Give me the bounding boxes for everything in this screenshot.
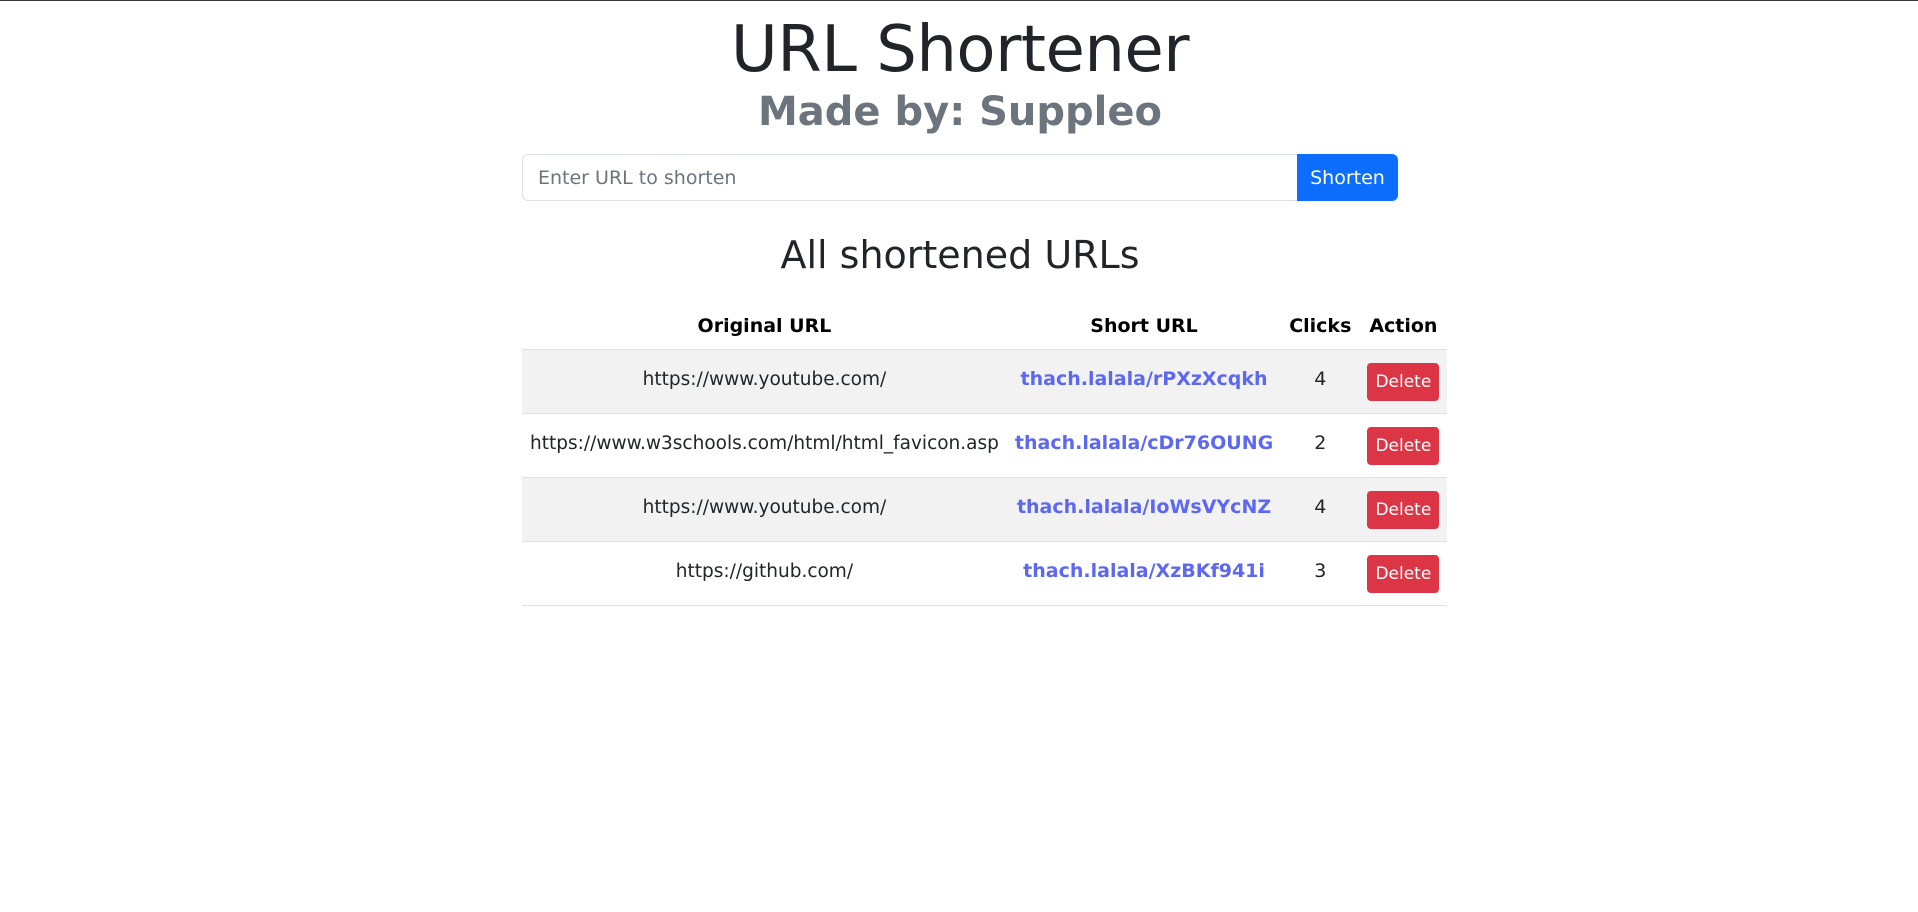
urls-table: Original URL Short URL Clicks Action htt… [522, 303, 1448, 606]
original-url-cell: https://github.com/ [522, 541, 1007, 606]
page-subtitle: Made by: Suppleo [758, 89, 1162, 135]
clicks-cell: 4 [1281, 477, 1360, 542]
short-url-link[interactable]: thach.lalala/rPXzXcqkh [1021, 368, 1268, 390]
action-cell: Delete [1359, 413, 1448, 478]
delete-button[interactable]: Delete [1367, 426, 1440, 465]
delete-button[interactable]: Delete [1367, 362, 1440, 401]
clicks-cell: 3 [1281, 541, 1360, 606]
table-row: https://www.youtube.com/ thach.lalala/rP… [522, 349, 1448, 414]
column-header-original-url: Original URL [522, 303, 1007, 350]
column-header-clicks: Clicks [1281, 303, 1360, 350]
short-url-cell: thach.lalala/rPXzXcqkh [1006, 349, 1282, 414]
column-header-action: Action [1359, 303, 1448, 350]
original-url-cell: https://www.youtube.com/ [522, 349, 1007, 414]
table-row: https://github.com/ thach.lalala/XzBKf94… [522, 541, 1448, 606]
table-header-row: Original URL Short URL Clicks Action [522, 303, 1448, 350]
table-row: https://www.w3schools.com/html/html_favi… [522, 413, 1448, 478]
short-url-cell: thach.lalala/IoWsVYcNZ [1006, 477, 1282, 542]
clicks-cell: 2 [1281, 413, 1360, 478]
short-url-cell: thach.lalala/cDr76OUNG [1006, 413, 1282, 478]
column-header-short-url: Short URL [1006, 303, 1282, 350]
delete-button[interactable]: Delete [1367, 490, 1440, 529]
action-cell: Delete [1359, 541, 1448, 606]
table-row: https://www.youtube.com/ thach.lalala/Io… [522, 477, 1448, 542]
page-container: URL Shortener Made by: Suppleo Shorten A… [522, 1, 1448, 606]
list-title: All shortened URLs [780, 233, 1140, 277]
shorten-form: Shorten [522, 154, 1398, 201]
short-url-link[interactable]: thach.lalala/XzBKf941i [1023, 560, 1265, 582]
short-url-cell: thach.lalala/XzBKf941i [1006, 541, 1282, 606]
action-cell: Delete [1359, 349, 1448, 414]
shorten-button[interactable]: Shorten [1297, 154, 1398, 201]
short-url-link[interactable]: thach.lalala/IoWsVYcNZ [1017, 496, 1271, 518]
delete-button[interactable]: Delete [1367, 554, 1440, 593]
original-url-cell: https://www.youtube.com/ [522, 477, 1007, 542]
clicks-cell: 4 [1281, 349, 1360, 414]
page-title: URL Shortener [730, 13, 1190, 87]
url-input[interactable] [522, 154, 1297, 201]
original-url-cell: https://www.w3schools.com/html/html_favi… [522, 413, 1007, 478]
action-cell: Delete [1359, 477, 1448, 542]
short-url-link[interactable]: thach.lalala/cDr76OUNG [1015, 432, 1273, 454]
